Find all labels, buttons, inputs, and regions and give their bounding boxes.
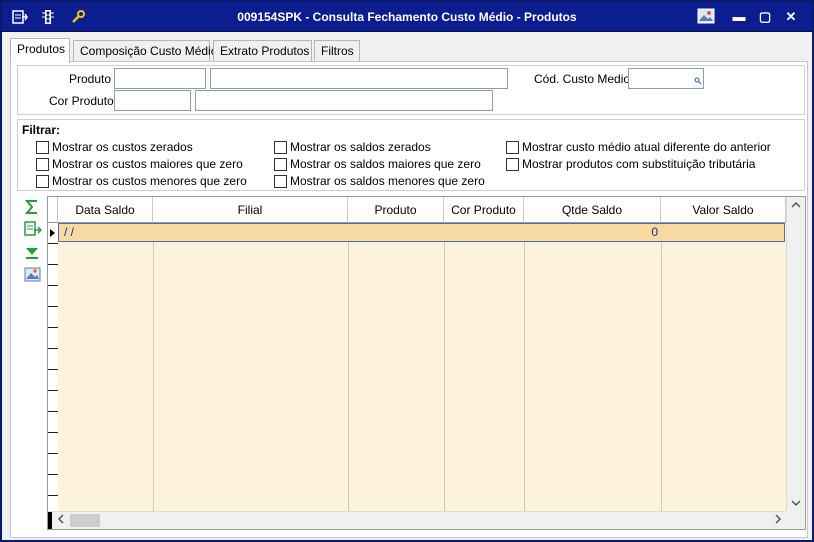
grid-body: Data Saldo Filial Produto Cor Produto Qt… bbox=[48, 197, 786, 512]
close-button[interactable]: ✕ bbox=[780, 8, 802, 26]
checkbox-box[interactable] bbox=[274, 158, 287, 171]
cell-data-saldo[interactable]: / / bbox=[64, 224, 74, 241]
current-row-indicator[interactable] bbox=[48, 223, 58, 244]
row-indicator[interactable] bbox=[48, 307, 58, 328]
export-grid-icon[interactable] bbox=[24, 221, 43, 237]
produtos-grid[interactable]: Data Saldo Filial Produto Cor Produto Qt… bbox=[47, 196, 806, 530]
minimize-button[interactable]: ▬ bbox=[728, 8, 750, 26]
checkbox-saldos-menores-que-zero[interactable]: Mostrar os saldos menores que zero bbox=[274, 174, 494, 188]
row-indicator[interactable] bbox=[48, 412, 58, 433]
cor-produto-description-input[interactable] bbox=[195, 90, 493, 111]
row-indicator[interactable] bbox=[48, 328, 58, 349]
checkbox-box[interactable] bbox=[506, 158, 519, 171]
scroll-corner bbox=[786, 511, 805, 529]
row-indicator[interactable] bbox=[48, 286, 58, 307]
checkbox-custo-medio-diferente[interactable]: Mostrar custo médio atual diferente do a… bbox=[506, 140, 796, 154]
row-indicator[interactable] bbox=[48, 433, 58, 454]
column-header-filial[interactable]: Filial bbox=[153, 197, 348, 223]
cell-qtde-saldo[interactable]: 0 bbox=[524, 224, 658, 241]
maximize-button[interactable]: ▢ bbox=[754, 8, 776, 26]
column-divider bbox=[524, 223, 525, 512]
checkbox-label: Mostrar custo médio atual diferente do a… bbox=[522, 140, 771, 154]
checkbox-box[interactable] bbox=[36, 141, 49, 154]
grid-image-icon[interactable] bbox=[24, 267, 42, 283]
column-header-valor-saldo[interactable]: Valor Saldo bbox=[661, 197, 786, 223]
checkbox-label: Mostrar os saldos zerados bbox=[290, 140, 431, 154]
column-divider bbox=[348, 223, 349, 512]
column-divider bbox=[153, 223, 154, 512]
sum-icon[interactable] bbox=[24, 199, 42, 215]
checkbox-label: Mostrar os saldos menores que zero bbox=[290, 174, 485, 188]
column-divider bbox=[444, 223, 445, 512]
image-icon[interactable] bbox=[695, 8, 717, 26]
horizontal-scrollbar[interactable] bbox=[48, 511, 786, 529]
produto-description-input[interactable] bbox=[210, 68, 508, 89]
checkbox-box[interactable] bbox=[36, 175, 49, 188]
row-indicator[interactable] bbox=[48, 370, 58, 391]
tab-filtros[interactable]: Filtros bbox=[314, 40, 360, 62]
title-bar[interactable]: 009154SPK - Consulta Fechamento Custo Mé… bbox=[2, 2, 812, 32]
cod-custo-medio-label: Cód. Custo Medio bbox=[534, 72, 631, 86]
table-row[interactable] bbox=[58, 223, 785, 242]
cor-produto-label: Cor Produto bbox=[49, 94, 114, 108]
checkbox-saldos-maiores-que-zero[interactable]: Mostrar os saldos maiores que zero bbox=[274, 157, 494, 171]
checkbox-box[interactable] bbox=[36, 158, 49, 171]
column-header-cor-produto[interactable]: Cor Produto bbox=[444, 197, 524, 223]
checkbox-label: Mostrar produtos com substituição tribut… bbox=[522, 157, 756, 171]
checkbox-box[interactable] bbox=[506, 141, 519, 154]
checkbox-label: Mostrar os custos menores que zero bbox=[52, 174, 247, 188]
tab-extrato-produtos[interactable]: Extrato Produtos bbox=[213, 40, 312, 62]
column-divider bbox=[661, 223, 662, 512]
checkbox-substituicao-tributaria[interactable]: Mostrar produtos com substituição tribut… bbox=[506, 157, 796, 171]
produto-code-input[interactable] bbox=[114, 68, 206, 89]
row-indicator-header bbox=[48, 197, 58, 223]
filtrar-title: Filtrar: bbox=[22, 123, 61, 137]
scroll-left-icon[interactable] bbox=[57, 514, 65, 528]
checkbox-saldos-zerados[interactable]: Mostrar os saldos zerados bbox=[274, 140, 474, 154]
vertical-scrollbar[interactable] bbox=[786, 197, 805, 512]
lookup-search-icon[interactable] bbox=[694, 74, 702, 88]
tab-composicao-custo-medio[interactable]: Composição Custo Médio bbox=[73, 40, 217, 62]
tab-produtos[interactable]: Produtos bbox=[10, 38, 70, 63]
row-indicator[interactable] bbox=[48, 454, 58, 475]
filtrar-group: Filtrar: Mostrar os custos zerados Mostr… bbox=[17, 119, 805, 191]
scroll-right-icon[interactable] bbox=[774, 514, 782, 528]
row-indicator[interactable] bbox=[48, 349, 58, 370]
row-indicator-column bbox=[48, 223, 58, 512]
produto-label: Produto bbox=[69, 72, 112, 86]
row-indicator[interactable] bbox=[48, 265, 58, 286]
row-indicator[interactable] bbox=[48, 496, 58, 512]
scroll-up-icon[interactable] bbox=[791, 199, 801, 213]
cod-custo-medio-input[interactable] bbox=[628, 68, 704, 89]
checkbox-label: Mostrar os saldos maiores que zero bbox=[290, 157, 481, 171]
row-indicator[interactable] bbox=[48, 244, 58, 265]
checkbox-label: Mostrar os custos zerados bbox=[52, 140, 193, 154]
main-window: 009154SPK - Consulta Fechamento Custo Mé… bbox=[0, 0, 814, 542]
column-header-data-saldo[interactable]: Data Saldo bbox=[58, 197, 153, 223]
product-filter-group: Produto Cód. Custo Medio Cor Produto bbox=[17, 65, 805, 115]
checkbox-box[interactable] bbox=[274, 141, 287, 154]
cor-produto-code-input[interactable] bbox=[114, 90, 191, 111]
column-header-produto[interactable]: Produto bbox=[348, 197, 444, 223]
grid-edge-marker bbox=[48, 512, 52, 529]
row-indicator[interactable] bbox=[48, 475, 58, 496]
checkbox-custos-zerados[interactable]: Mostrar os custos zerados bbox=[36, 140, 236, 154]
checkbox-label: Mostrar os custos maiores que zero bbox=[52, 157, 243, 171]
row-indicator[interactable] bbox=[48, 391, 58, 412]
checkbox-custos-menores-que-zero[interactable]: Mostrar os custos menores que zero bbox=[36, 174, 256, 188]
window-title: 009154SPK - Consulta Fechamento Custo Mé… bbox=[237, 10, 577, 24]
scroll-down-icon[interactable] bbox=[791, 497, 801, 511]
checkbox-box[interactable] bbox=[274, 175, 287, 188]
horizontal-scroll-thumb[interactable] bbox=[70, 514, 100, 527]
move-to-bottom-icon[interactable] bbox=[24, 245, 42, 261]
checkbox-custos-maiores-que-zero[interactable]: Mostrar os custos maiores que zero bbox=[36, 157, 256, 171]
column-header-qtde-saldo[interactable]: Qtde Saldo bbox=[524, 197, 661, 223]
